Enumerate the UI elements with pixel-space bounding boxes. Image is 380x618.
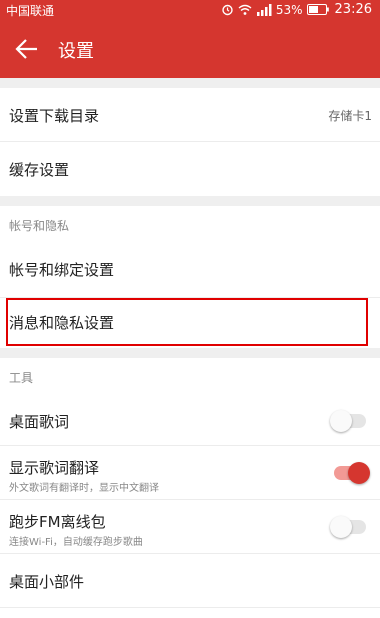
highlight-box — [6, 298, 368, 346]
arrow-left-icon — [12, 39, 42, 68]
lyrics-translation-toggle[interactable] — [334, 462, 370, 484]
lyrics-translation-label: 显示歌词翻译 — [9, 459, 100, 477]
section-header-label: 工具 — [9, 371, 34, 385]
page-title: 设置 — [58, 41, 94, 62]
desktop-lyrics-label: 桌面歌词 — [9, 413, 70, 431]
toggle-knob — [348, 462, 370, 484]
running-fm-sublabel: 连接Wi-Fi，自动缓存跑步歌曲 — [9, 537, 143, 548]
account-section-header: 帐号和隐私 — [0, 206, 380, 244]
desktop-lyrics-toggle[interactable] — [330, 410, 366, 432]
toggle-knob — [330, 516, 352, 538]
tools-section-header: 工具 — [0, 358, 380, 396]
battery-percent: 53% — [275, 2, 303, 17]
download-dir-row[interactable]: 设置下载目录 存储卡1 — [0, 88, 380, 142]
alarm-icon — [221, 3, 234, 16]
section-gap — [0, 78, 380, 88]
carrier-label: 中国联通 — [6, 4, 55, 18]
section-gap — [0, 196, 380, 206]
status-icons: 53% 23:26 — [221, 2, 372, 17]
cache-settings-row[interactable]: 缓存设置 — [0, 142, 380, 196]
account-binding-row[interactable]: 帐号和绑定设置 — [0, 244, 380, 298]
status-bar: 中国联通 53% 23:26 — [0, 0, 380, 20]
app-bar: 设置 — [0, 20, 380, 78]
running-fm-label: 跑步FM离线包 — [9, 513, 106, 531]
toggle-knob — [330, 410, 352, 432]
desktop-widget-label: 桌面小部件 — [9, 573, 85, 591]
lyrics-translation-sublabel: 外文歌词有翻译时，显示中文翻译 — [9, 483, 159, 494]
download-dir-label: 设置下载目录 — [9, 107, 100, 125]
clock-time: 23:26 — [334, 2, 372, 17]
wifi-icon — [238, 4, 252, 16]
account-binding-label: 帐号和绑定设置 — [9, 261, 115, 279]
running-fm-row[interactable]: 跑步FM离线包 连接Wi-Fi，自动缓存跑步歌曲 — [0, 500, 380, 554]
battery-icon — [306, 4, 329, 15]
signal-icon — [256, 3, 272, 16]
cache-settings-label: 缓存设置 — [9, 161, 70, 179]
download-dir-value: 存储卡1 — [328, 109, 372, 123]
lyrics-translation-row[interactable]: 显示歌词翻译 外文歌词有翻译时，显示中文翻译 — [0, 446, 380, 500]
running-fm-toggle[interactable] — [330, 516, 366, 538]
desktop-widget-row[interactable]: 桌面小部件 — [0, 554, 380, 608]
section-gap — [0, 348, 380, 358]
back-button[interactable] — [12, 34, 42, 64]
section-header-label: 帐号和隐私 — [9, 219, 70, 233]
desktop-lyrics-row[interactable]: 桌面歌词 — [0, 396, 380, 446]
